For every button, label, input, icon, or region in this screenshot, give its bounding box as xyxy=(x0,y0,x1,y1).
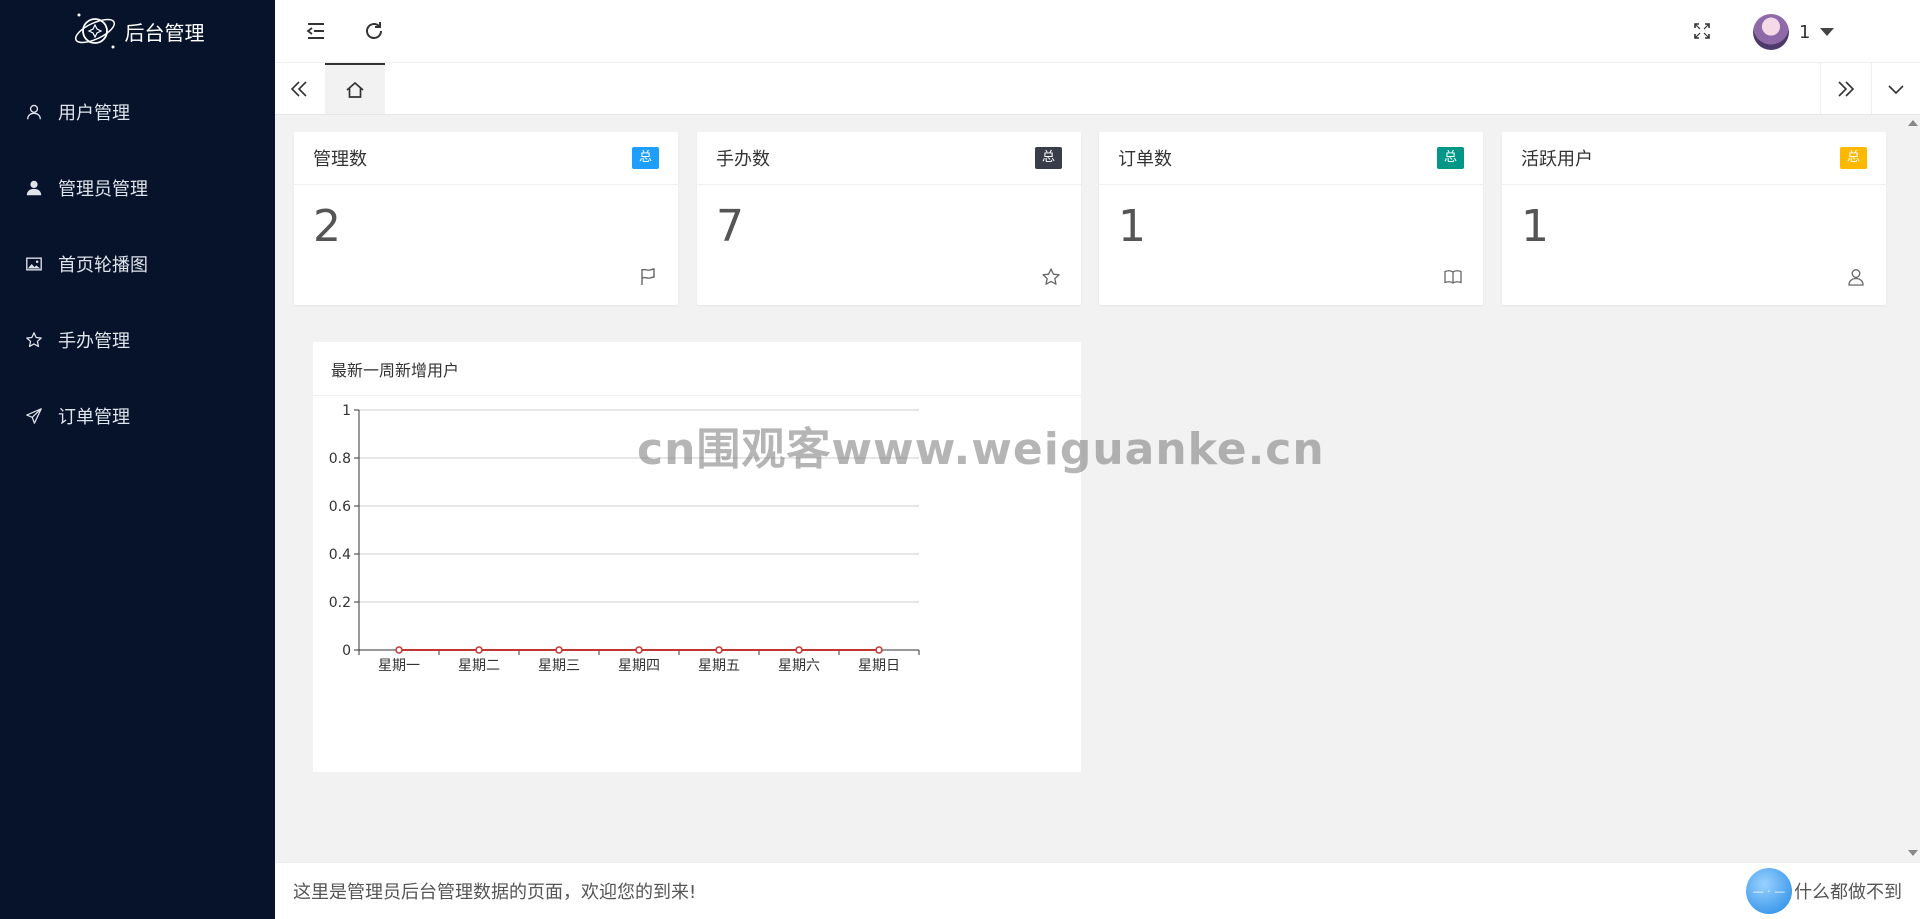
sidebar-item-orders[interactable]: 订单管理 xyxy=(0,378,275,454)
avatar xyxy=(1753,14,1789,50)
y-tick-label: 0.4 xyxy=(329,547,351,563)
user-menu[interactable]: 1 xyxy=(1753,12,1835,52)
assistant-bubble-icon[interactable]: — · — xyxy=(1746,868,1792,914)
indent-icon xyxy=(306,23,324,39)
x-tick-label: 星期六 xyxy=(778,658,820,674)
double-chevron-left-icon xyxy=(290,80,307,97)
stat-title: 活跃用户 xyxy=(1521,149,1593,170)
tabs-scroll-left-button[interactable] xyxy=(275,63,323,114)
tab-home[interactable] xyxy=(325,63,385,114)
sidebar-item-figures[interactable]: 手办管理 xyxy=(0,302,275,378)
x-tick-label: 星期二 xyxy=(458,658,500,674)
sidebar-item-label: 首页轮播图 xyxy=(58,255,148,276)
stat-card-header: 手办数 总 xyxy=(697,132,1081,185)
y-tick-label: 0.6 xyxy=(329,499,351,515)
user-name: 1 xyxy=(1799,21,1811,43)
tab-separator xyxy=(1820,63,1821,114)
stat-card-header: 订单数 总 xyxy=(1099,132,1483,185)
fullscreen-button[interactable] xyxy=(1685,14,1719,48)
tabs-scroll-right-button[interactable] xyxy=(1822,63,1870,114)
total-badge: 总 xyxy=(631,147,659,169)
stat-card-orders: 订单数 总 1 xyxy=(1099,132,1483,305)
watermark-text: cn围观客www.weiguanke.cn xyxy=(637,424,1325,475)
total-badge: 总 xyxy=(1034,147,1062,169)
refresh-button[interactable] xyxy=(357,14,391,48)
stat-title: 订单数 xyxy=(1118,149,1172,170)
total-badge: 总 xyxy=(1839,147,1867,169)
x-tick-label: 星期五 xyxy=(698,658,740,674)
star-icon xyxy=(24,330,44,350)
user-icon xyxy=(24,102,44,122)
chart-title: 最新一周新增用户 xyxy=(313,342,1081,396)
stat-card-header: 活跃用户 总 xyxy=(1502,132,1886,185)
scroll-up-icon[interactable] xyxy=(1908,120,1918,126)
x-tick-label: 星期三 xyxy=(538,658,580,674)
sidebar-menu: 用户管理 管理员管理 首页轮播图 手办管理 订单管理 xyxy=(0,74,275,454)
x-tick-label: 星期四 xyxy=(618,658,660,674)
stat-value: 7 xyxy=(716,201,744,252)
sidebar: 后台管理 用户管理 管理员管理 首页轮播图 手办管理 订单管理 xyxy=(0,0,275,919)
sidebar-item-label: 手办管理 xyxy=(58,331,130,352)
weekly-users-chart-card: 最新一周新增用户 0 0.2 0.4 0.6 0.8 1 星期一 星期二 星期三 星期四 星期五 星期… xyxy=(313,342,1081,772)
fullscreen-icon xyxy=(1694,23,1710,39)
total-badge: 总 xyxy=(1436,147,1464,169)
flag-icon xyxy=(638,267,658,287)
double-chevron-right-icon xyxy=(1838,80,1855,97)
sidebar-item-banners[interactable]: 首页轮播图 xyxy=(0,226,275,302)
admin-icon xyxy=(24,178,44,198)
y-tick-label: 0 xyxy=(342,643,351,659)
stat-title: 手办数 xyxy=(716,149,770,170)
data-point xyxy=(395,646,403,654)
x-tick-label: 星期一 xyxy=(378,658,420,674)
data-point xyxy=(795,646,803,654)
y-tick-label: 0.8 xyxy=(329,451,351,467)
caret-down-icon xyxy=(1820,28,1835,36)
x-tick-label: 星期日 xyxy=(858,658,900,674)
app-logo[interactable]: 后台管理 xyxy=(0,0,275,62)
tab-bar xyxy=(275,63,1920,115)
image-icon xyxy=(24,254,44,274)
tabs-menu-button[interactable] xyxy=(1872,63,1920,114)
data-point xyxy=(475,646,483,654)
y-tick-label: 1 xyxy=(342,403,351,419)
footer: 这里是管理员后台管理数据的页面，欢迎您的到来! — · — 什么都做不到 xyxy=(275,862,1920,919)
sidebar-item-label: 订单管理 xyxy=(58,407,130,428)
stat-value: 2 xyxy=(313,201,341,252)
top-header: 1 xyxy=(275,0,1920,63)
stat-card-header: 管理数 总 xyxy=(294,132,678,185)
sidebar-item-users[interactable]: 用户管理 xyxy=(0,74,275,150)
sidebar-item-admins[interactable]: 管理员管理 xyxy=(0,150,275,226)
data-point xyxy=(875,646,883,654)
stat-card-figures: 手办数 总 7 xyxy=(697,132,1081,305)
home-icon xyxy=(346,81,364,98)
sidebar-item-label: 用户管理 xyxy=(58,103,130,124)
stat-card-admins: 管理数 总 2 xyxy=(294,132,678,305)
main-content: 管理数 总 2 手办数 总 7 订单数 总 1 活跃用户 总 1 最新一周新增用… xyxy=(275,116,1905,862)
stat-title: 管理数 xyxy=(313,149,367,170)
data-point xyxy=(635,646,643,654)
stat-card-active-users: 活跃用户 总 1 xyxy=(1502,132,1886,305)
y-tick-label: 0.2 xyxy=(329,595,351,611)
footer-right-text: 什么都做不到 xyxy=(1794,882,1902,903)
star-icon xyxy=(1041,267,1061,287)
stat-value: 1 xyxy=(1118,201,1146,252)
app-title: 后台管理 xyxy=(124,20,205,45)
footer-right: — · — 什么都做不到 xyxy=(1746,868,1902,914)
footer-welcome-text: 这里是管理员后台管理数据的页面，欢迎您的到来! xyxy=(293,882,697,903)
content-scrollbar[interactable] xyxy=(1905,116,1920,862)
book-icon xyxy=(1443,267,1463,287)
chevron-down-icon xyxy=(1888,84,1904,94)
sidebar-item-label: 管理员管理 xyxy=(58,179,148,200)
scroll-down-icon[interactable] xyxy=(1908,850,1918,856)
data-point xyxy=(715,646,723,654)
collapse-sidebar-button[interactable] xyxy=(299,14,333,48)
send-icon xyxy=(24,406,44,426)
refresh-icon xyxy=(366,22,382,39)
planet-logo-icon xyxy=(74,13,115,49)
user-icon xyxy=(1846,267,1866,287)
stat-value: 1 xyxy=(1521,201,1549,252)
data-point xyxy=(555,646,563,654)
